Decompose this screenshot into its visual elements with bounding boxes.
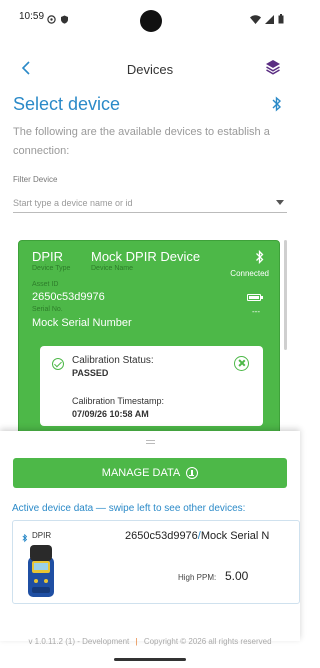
connection-status: Connected: [230, 269, 269, 278]
chevron-down-icon[interactable]: [276, 200, 284, 205]
calibration-status-label: Calibration Status:: [72, 355, 154, 366]
battery-status-icon: [278, 11, 284, 29]
app-version: v 1.0.11.2 (1): [28, 637, 75, 646]
high-ppm-value: 5.00: [225, 569, 249, 583]
high-ppm-label: High PPM:: [178, 573, 217, 582]
status-bar: 10:59: [0, 0, 300, 34]
bottom-sheet: MANAGE DATA Active device data — swipe l…: [0, 431, 300, 641]
active-device-asset-id: 2650c53d9976: [125, 530, 198, 542]
manage-data-button[interactable]: MANAGE DATA: [13, 458, 287, 488]
scrollbar[interactable]: [284, 240, 287, 350]
active-device-ids: 2650c53d9976/Mock Serial N: [125, 530, 269, 542]
page-header-title: Devices: [126, 62, 174, 77]
active-device-serial: Mock Serial N: [200, 530, 270, 542]
battery-icon: [247, 294, 263, 301]
close-circle-icon[interactable]: [234, 356, 249, 371]
camera-cutout: [140, 10, 162, 32]
active-device-label: Active device data — swipe left to see o…: [12, 503, 246, 514]
page-description: The following are the available devices …: [13, 126, 270, 157]
active-device-card[interactable]: DPIR 2650c53d9976/Mock Serial N High PPM…: [12, 520, 300, 604]
active-device-type: DPIR: [32, 531, 52, 540]
calibration-panel: Calibration Status: PASSED Calibration T…: [40, 346, 263, 426]
download-icon: [186, 467, 199, 479]
signal-icon: [265, 11, 274, 29]
device-card[interactable]: DPIR Device Type Mock DPIR Device Device…: [18, 240, 280, 440]
footer-separator: |: [135, 637, 138, 646]
calibration-timestamp-value: 07/09/26 10:58 AM: [72, 409, 149, 419]
device-filter-input[interactable]: [13, 193, 287, 213]
notification-icon: [47, 11, 56, 24]
sheet-drag-handle[interactable]: [146, 440, 155, 444]
status-time: 10:59: [19, 11, 45, 22]
bluetooth-icon: [255, 249, 265, 265]
check-circle-icon: [52, 358, 64, 370]
device-type-label: Device Type: [32, 265, 71, 272]
serial-number: Mock Serial Number: [32, 317, 132, 329]
device-name: Mock DPIR Device: [91, 249, 201, 264]
app-header: Devices: [0, 52, 300, 88]
page-title: Select device: [13, 94, 121, 114]
bluetooth-icon[interactable]: [271, 96, 283, 112]
wifi-icon: [250, 11, 261, 29]
app-environment: - Development: [77, 637, 130, 646]
battery-level: ---: [252, 307, 260, 316]
manage-data-label: MANAGE DATA: [101, 467, 181, 479]
device-type: DPIR: [32, 249, 64, 264]
shield-icon: [60, 11, 69, 24]
layers-icon[interactable]: [264, 58, 282, 76]
device-icon: [26, 543, 56, 599]
calibration-status-value: PASSED: [72, 368, 109, 378]
status-system-icons: [250, 11, 284, 29]
device-name-label: Device Name: [91, 265, 134, 272]
app-footer: v 1.0.11.2 (1) - Development | Copyright…: [0, 637, 300, 646]
calibration-timestamp-label: Calibration Timestamp:: [72, 396, 165, 406]
filter-label: Filter Device: [13, 175, 58, 184]
copyright: Copyright © 2026 all rights reserved: [143, 637, 272, 646]
gesture-nav-bar[interactable]: [114, 658, 186, 661]
status-notification-icons: [47, 11, 69, 24]
asset-id: 2650c53d9976: [32, 291, 105, 303]
bluetooth-icon: [22, 530, 28, 543]
asset-id-label: Asset ID: [32, 281, 59, 288]
serial-label: Serial No.: [32, 306, 63, 313]
